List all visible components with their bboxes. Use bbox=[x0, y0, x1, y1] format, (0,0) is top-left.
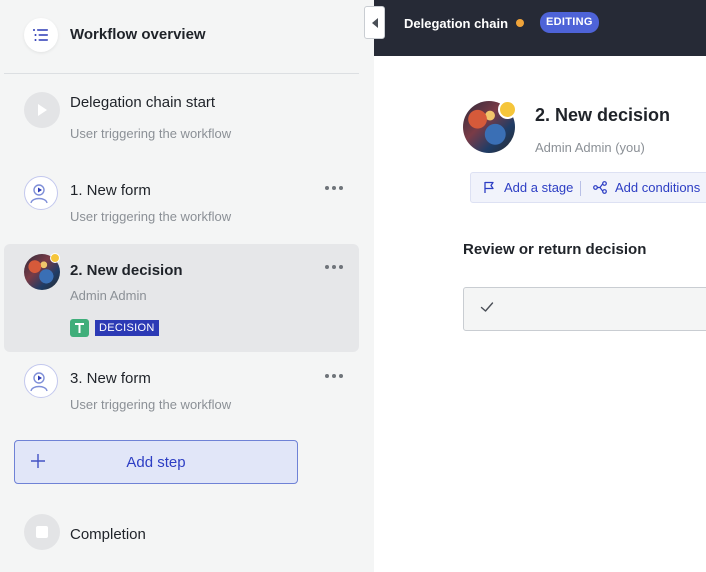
check-icon bbox=[479, 299, 495, 320]
divider bbox=[580, 181, 581, 196]
status-badge: EDITING bbox=[540, 12, 599, 33]
workflow-sidebar: Workflow overview Delegation chain start… bbox=[0, 0, 374, 572]
more-options-icon[interactable] bbox=[323, 262, 345, 272]
sidebar-item-step-2[interactable]: 2. New decision Admin Admin DECISION bbox=[4, 244, 359, 352]
add-stage-label: Add a stage bbox=[504, 180, 574, 195]
add-stage-button[interactable]: Add a stage bbox=[483, 180, 573, 195]
sidebar-header: Workflow overview bbox=[4, 0, 359, 74]
section-title: Review or return decision bbox=[463, 241, 647, 258]
sidebar-item-start[interactable]: Delegation chain start User triggering t… bbox=[4, 84, 359, 146]
add-conditions-label: Add conditions bbox=[615, 180, 701, 195]
step-detail-panel: 2. New decision Admin Admin (you) Add a … bbox=[374, 56, 706, 572]
status-dot bbox=[50, 253, 60, 263]
decision-tag: DECISION bbox=[70, 319, 159, 337]
assignee-label[interactable]: Admin Admin (you) bbox=[535, 140, 645, 155]
sidebar-item-step-3[interactable]: 3. New form User triggering the workflow bbox=[4, 356, 359, 418]
step-3-subtitle: User triggering the workflow bbox=[70, 397, 232, 412]
decision-label: DECISION bbox=[95, 320, 159, 336]
start-title: Delegation chain start bbox=[70, 94, 216, 111]
decision-icon bbox=[70, 319, 89, 337]
more-options-icon[interactable] bbox=[323, 183, 345, 193]
flag-icon bbox=[484, 181, 494, 193]
start-subtitle: User triggering the workflow bbox=[70, 126, 232, 141]
sidebar-title: Workflow overview bbox=[70, 26, 206, 43]
user-form-icon bbox=[24, 364, 58, 398]
sidebar-item-step-1[interactable]: 1. New form User triggering the workflow bbox=[4, 168, 359, 230]
workflow-name: Delegation chain bbox=[404, 16, 509, 31]
collapse-sidebar-button[interactable] bbox=[364, 6, 385, 39]
step-title[interactable]: 2. New decision bbox=[535, 105, 670, 126]
add-step-label: Add step bbox=[126, 454, 186, 471]
play-icon bbox=[24, 92, 60, 128]
stop-icon bbox=[24, 514, 60, 550]
step-2-subtitle: Admin Admin bbox=[70, 288, 147, 303]
step-2-title: 2. New decision bbox=[70, 262, 183, 279]
step-1-title: 1. New form bbox=[70, 182, 151, 199]
top-bar: Delegation chain EDITING bbox=[374, 0, 706, 56]
step-actions-bar: Add a stage Add conditions bbox=[470, 172, 706, 203]
add-conditions-button[interactable]: Add conditions bbox=[593, 180, 700, 195]
step-3-title: 3. New form bbox=[70, 370, 151, 387]
branch-icon bbox=[593, 181, 607, 194]
user-form-icon bbox=[24, 176, 58, 210]
unsaved-indicator-dot bbox=[516, 19, 524, 27]
add-step-button[interactable]: Add step bbox=[14, 440, 298, 484]
review-decision-field[interactable] bbox=[463, 287, 706, 331]
completion-title[interactable]: Completion bbox=[70, 526, 146, 543]
step-1-subtitle: User triggering the workflow bbox=[70, 209, 232, 224]
status-dot bbox=[498, 100, 517, 119]
list-icon[interactable] bbox=[24, 18, 58, 52]
chevron-left-icon bbox=[371, 17, 378, 28]
more-options-icon[interactable] bbox=[323, 371, 345, 381]
